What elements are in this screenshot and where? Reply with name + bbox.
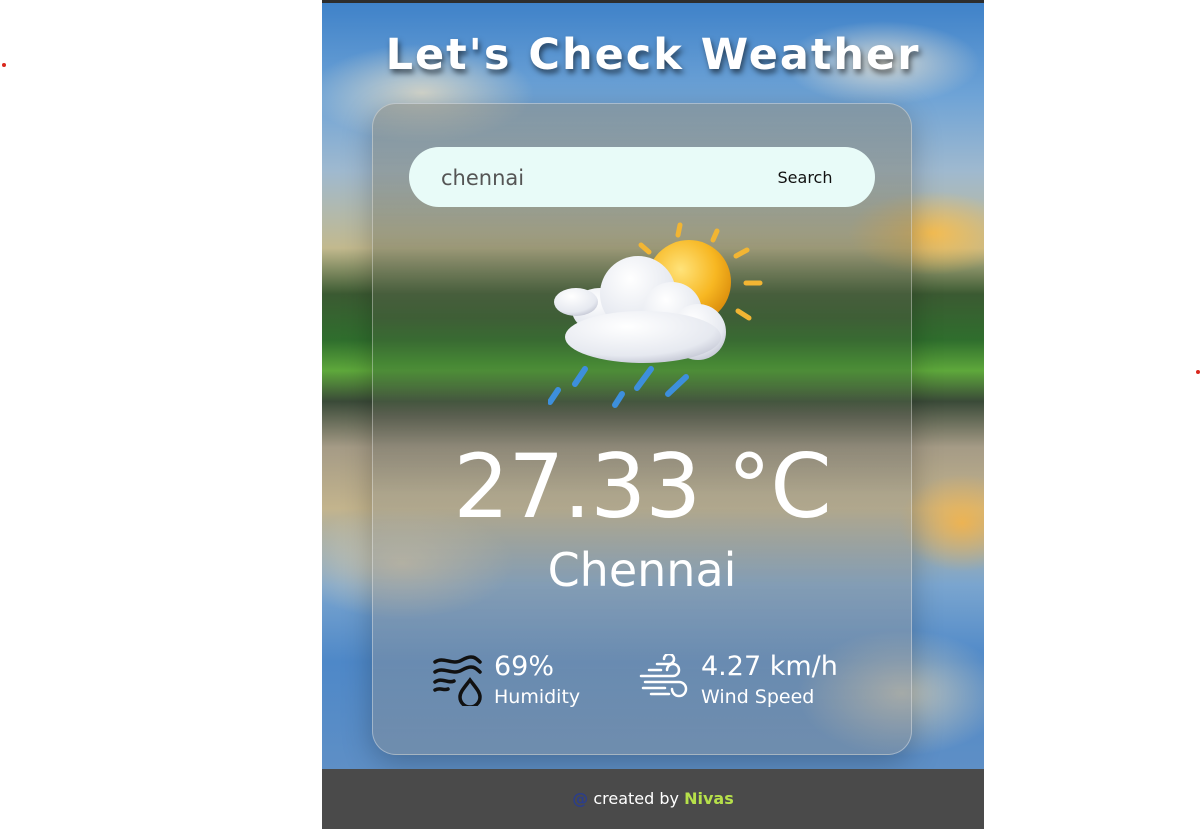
wind-speed-value: 4.27 km/h [701,651,838,682]
author-name: Nivas [684,789,734,808]
humidity-label: Humidity [494,686,581,708]
humidity-icon [433,655,482,706]
search-button[interactable]: Search [755,161,855,193]
footer: @ created by Nivas [322,769,984,829]
humidity-detail: 69% Humidity [432,649,632,709]
search-bar: Search [409,147,875,207]
search-input[interactable] [439,161,743,195]
city-name: Chennai [547,543,737,597]
marker-dot [1196,370,1200,374]
page: Let's Check Weather Search [0,0,1202,829]
at-symbol: @ [572,789,589,808]
marker-dot [2,63,6,67]
weather-app: Let's Check Weather Search [322,0,984,829]
cloud-sun-rain-icon [548,222,763,408]
wind-icon [639,654,688,698]
temperature-display: 27.33 °C [453,435,831,538]
footer-text: created by [593,789,680,808]
weather-card: Search [372,103,912,755]
wind-detail: 4.27 km/h Wind Speed [639,649,879,709]
app-title: Let's Check Weather [385,30,921,80]
wind-speed-label: Wind Speed [701,686,815,708]
humidity-value: 69% [494,651,555,682]
